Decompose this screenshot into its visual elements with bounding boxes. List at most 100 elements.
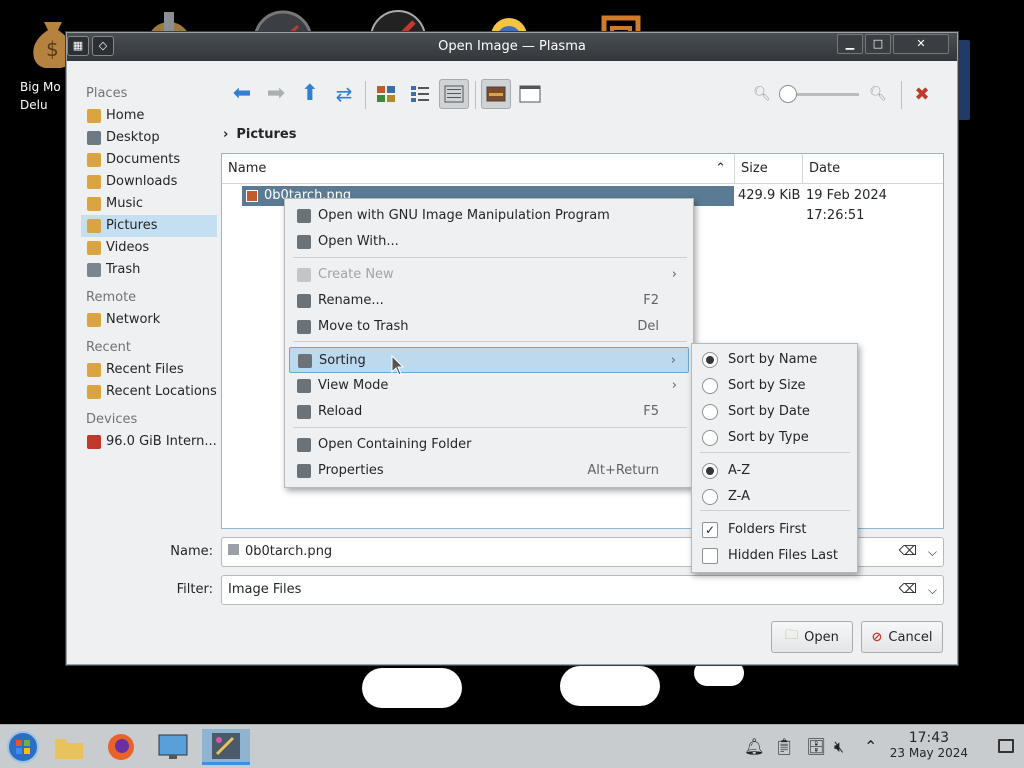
menu-separator [293, 427, 687, 428]
show-desktop-button[interactable] [998, 739, 1014, 753]
toolbar-separator [901, 81, 902, 109]
sort-option-a-z[interactable]: A-Z [692, 458, 857, 484]
start-menu-button[interactable] [2, 729, 44, 765]
menu-item-shortcut: F2 [643, 293, 659, 308]
breadcrumb-current[interactable]: Pictures [236, 127, 296, 142]
menu-separator [700, 452, 850, 453]
menu-item-rename[interactable]: Rename... F2 [289, 288, 689, 314]
menu-item-sorting[interactable]: Sorting › [289, 347, 689, 373]
taskbar-gimp-active[interactable] [202, 729, 250, 765]
sort-option-sort-by-date[interactable]: Sort by Date [692, 399, 857, 425]
radio-button[interactable] [702, 378, 718, 394]
back-button[interactable]: ⬅ [227, 79, 257, 109]
sidebar-item-recent-locations[interactable]: Recent Locations [81, 381, 217, 403]
sort-option-sort-by-type[interactable]: Sort by Type [692, 425, 857, 451]
sidebar-item-recent-files[interactable]: Recent Files [81, 359, 217, 381]
sidebar-item-pictures[interactable]: Pictures [81, 215, 217, 237]
column-size-header[interactable]: Size [735, 154, 803, 184]
clear-icon[interactable]: ⌫ [899, 538, 917, 566]
menu-item-open-with-gnu-image-manipulation-program[interactable]: Open with GNU Image Manipulation Program [289, 203, 689, 229]
expand-tray-icon[interactable]: ⌃ [864, 737, 877, 756]
icon-view-button[interactable] [371, 79, 401, 109]
sidebar-item-videos[interactable]: Videos [81, 237, 217, 259]
column-date-header[interactable]: Date [803, 154, 945, 184]
sidebar-item-96-0-gib-intern[interactable]: 96.0 GiB Intern... [81, 431, 217, 453]
radio-button[interactable] [702, 463, 718, 479]
videos-icon [87, 241, 101, 255]
up-arrow-icon: ⬆ [300, 81, 320, 106]
volume-muted-icon[interactable]: 🔇︎ [834, 737, 844, 757]
sidebar-item-label: Music [106, 196, 143, 211]
sidebar-item-label: Pictures [106, 218, 158, 233]
menu-separator [700, 510, 850, 511]
checkbox[interactable]: ✓ [702, 522, 718, 538]
forward-button[interactable]: ➡ [261, 79, 291, 109]
filter-field[interactable]: Image Files ⌫ ⌵ [221, 575, 944, 605]
title-bar[interactable]: ▦ ◇ Open Image — Plasma ▁ □ ✕ [67, 33, 957, 61]
preview-icon [486, 86, 506, 102]
menu-item-properties[interactable]: Properties Alt+Return [289, 458, 689, 484]
detail-view-icon [444, 85, 464, 103]
sort-option-sort-by-name[interactable]: Sort by Name [692, 347, 857, 373]
downloads-icon [87, 175, 101, 189]
desktop-wallpaper-shape [362, 668, 462, 708]
cancel-button[interactable]: ⊘ Cancel [861, 621, 943, 653]
taskbar-system-monitor[interactable] [152, 729, 194, 765]
detail-view-button[interactable] [439, 79, 469, 109]
radio-button[interactable] [702, 430, 718, 446]
menu-item-reload[interactable]: Reload F5 [289, 399, 689, 425]
zoom-slider-handle[interactable] [779, 85, 797, 103]
mouse-cursor-icon [391, 355, 405, 376]
network-icon [87, 313, 101, 327]
menu-item-move-to-trash[interactable]: Move to Trash Del [289, 314, 689, 340]
sort-option-hidden-files-last[interactable]: Hidden Files Last [692, 543, 857, 569]
sidebar-item-downloads[interactable]: Downloads [81, 171, 217, 193]
chevron-down-icon[interactable]: ⌵ [928, 538, 937, 566]
menu-item-view-mode[interactable]: View Mode › [289, 373, 689, 399]
maximize-button[interactable]: □ [865, 34, 891, 54]
sort-option-sort-by-size[interactable]: Sort by Size [692, 373, 857, 399]
sort-option-z-a[interactable]: Z-A [692, 484, 857, 510]
chevron-down-icon[interactable]: ⌵ [928, 576, 937, 604]
storage-icon[interactable]: 🗄︎ [806, 737, 826, 756]
sidebar-item-documents[interactable]: Documents [81, 149, 217, 171]
radio-button[interactable] [702, 352, 718, 368]
minimize-button[interactable]: ▁ [837, 34, 863, 54]
sidebar-item-trash[interactable]: Trash [81, 259, 217, 281]
clipboard-icon[interactable]: 📋︎ [774, 737, 794, 756]
taskbar-firefox[interactable] [100, 729, 142, 765]
panel-button[interactable] [515, 79, 545, 109]
notifications-icon[interactable]: 🔔︎ [744, 737, 764, 756]
up-button[interactable]: ⬆ [295, 79, 325, 109]
sort-option-folders-first[interactable]: ✓ Folders First [692, 517, 857, 543]
zoom-out-button[interactable]: 🔍︎ [747, 79, 777, 109]
places-heading-remote: Remote [86, 290, 137, 305]
preview-button[interactable] [481, 79, 511, 109]
sidebar-item-home[interactable]: Home [81, 105, 217, 127]
radio-button[interactable] [702, 404, 718, 420]
column-name-header[interactable]: Name ⌃ [222, 154, 735, 184]
checkbox[interactable] [702, 548, 718, 564]
menu-item-open-with[interactable]: Open With... [289, 229, 689, 255]
zoom-in-button[interactable]: 🔍︎ [863, 79, 893, 109]
taskbar-file-manager[interactable] [48, 729, 90, 765]
recent-files-icon [87, 363, 101, 377]
close-button[interactable]: ✕ [893, 34, 949, 54]
clock[interactable]: 17:43 23 May 2024 [890, 731, 968, 761]
sidebar-item-network[interactable]: Network [81, 309, 217, 331]
sidebar-item-desktop[interactable]: Desktop [81, 127, 217, 149]
reload-button[interactable]: ⇄ [329, 79, 359, 109]
open-button[interactable]: 🗀︎ Open [771, 621, 853, 653]
radio-button[interactable] [702, 489, 718, 505]
tools-icon: ✖ [914, 83, 930, 105]
toolbar-separator [475, 81, 476, 109]
options-button[interactable]: ✖ [907, 79, 937, 109]
clear-icon[interactable]: ⌫ [899, 576, 917, 604]
folder-icon [55, 739, 83, 759]
menu-item-open-containing-folder[interactable]: Open Containing Folder [289, 432, 689, 458]
reload-icon: ⇄ [335, 82, 353, 106]
sidebar-item-music[interactable]: Music [81, 193, 217, 215]
compact-view-button[interactable] [405, 79, 435, 109]
breadcrumb[interactable]: › Pictures [223, 127, 296, 142]
zoom-slider[interactable] [779, 85, 861, 103]
